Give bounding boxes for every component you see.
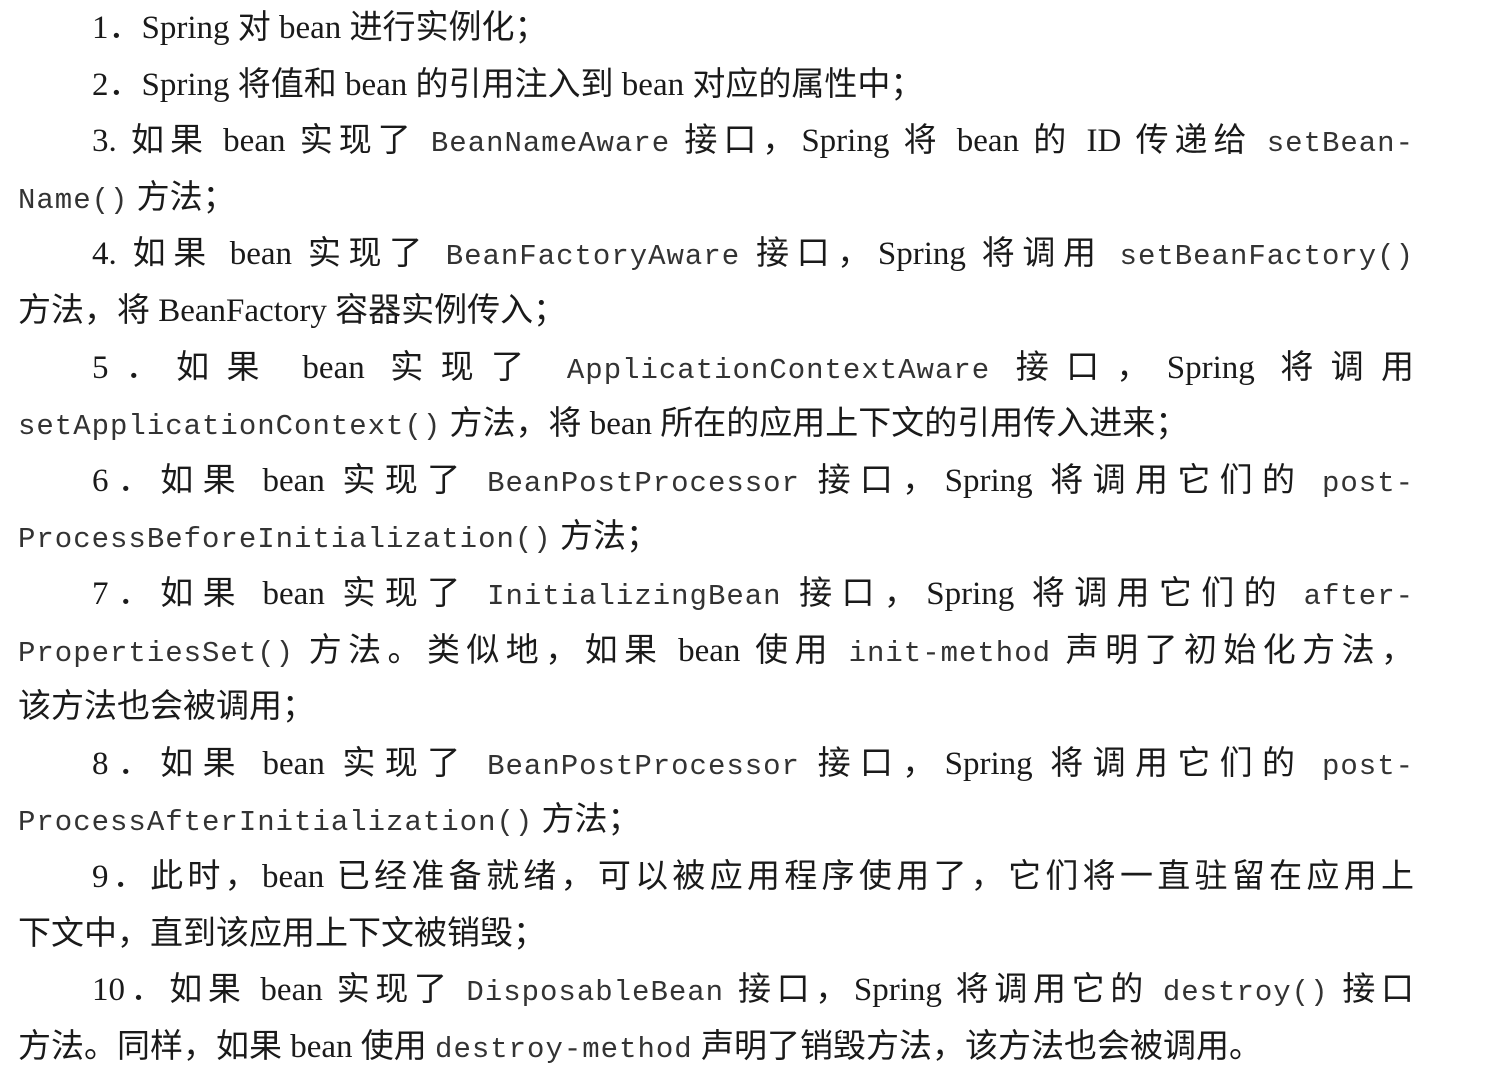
step-4-line-2: 方法，将 BeanFactory 容器实例传入；: [18, 283, 1414, 340]
code-identifier: PropertiesSet(): [18, 636, 295, 670]
text-segment: 方法，将 bean 所在的应用上下文的引用传入进来；: [441, 406, 1189, 443]
text-segment: 方法。类似地，如果 bean 使用: [294, 632, 849, 669]
step-7-line-3: 该方法也会被调用；: [18, 679, 1414, 736]
text-segment: 方法；: [551, 519, 659, 556]
text-segment: 4. 如果 bean 实现了: [92, 236, 446, 273]
lifecycle-step-9: 9．此时，bean 已经准备就绪，可以被应用程序使用了，它们将一直驻留在应用上下…: [18, 849, 1414, 962]
text-segment: 10．如果 bean 实现了: [92, 972, 467, 1009]
text-segment: 方法；: [128, 179, 236, 216]
text-segment: 9．此时，bean 已经准备就绪，可以被应用程序使用了，它们将一直驻留在应用上: [92, 858, 1414, 895]
text-segment: 声明了初始化方法，: [1051, 632, 1414, 669]
text-segment: 接口，Spring 将调用它的: [724, 972, 1163, 1009]
code-identifier: destroy-method: [435, 1032, 693, 1066]
code-identifier: BeanNameAware: [430, 127, 671, 161]
lifecycle-step-4: 4. 如果 bean 实现了 BeanFactoryAware 接口，Sprin…: [18, 226, 1414, 339]
lifecycle-step-8: 8．如果 bean 实现了 BeanPostProcessor 接口，Sprin…: [18, 736, 1414, 849]
step-5-line-2: setApplicationContext() 方法，将 bean 所在的应用上…: [18, 396, 1414, 453]
text-segment: 接口，Spring 将调用它们的: [799, 745, 1322, 782]
step-9-line-2: 下文中，直到该应用上下文被销毁；: [18, 906, 1414, 963]
code-identifier: ProcessBeforeInitialization(): [18, 523, 552, 557]
text-segment: 8．如果 bean 实现了: [92, 745, 488, 782]
step-2-line-1: 2．Spring 将值和 bean 的引用注入到 bean 对应的属性中；: [18, 57, 1414, 114]
text-segment: 接口: [1328, 972, 1414, 1009]
step-8-line-2: ProcessAfterInitialization() 方法；: [18, 792, 1414, 849]
code-identifier: DisposableBean: [466, 976, 725, 1010]
text-segment: 方法，将 BeanFactory 容器实例传入；: [18, 292, 567, 329]
text-segment: 声明了销毁方法，该方法也会被调用。: [692, 1028, 1262, 1065]
step-6-line-1: 6．如果 bean 实现了 BeanPostProcessor 接口，Sprin…: [18, 453, 1414, 510]
lifecycle-step-2: 2．Spring 将值和 bean 的引用注入到 bean 对应的属性中；: [18, 57, 1414, 114]
text-segment: 7．如果 bean 实现了: [92, 575, 488, 612]
step-7-line-2: PropertiesSet() 方法。类似地，如果 bean 使用 init-m…: [18, 623, 1414, 680]
step-10-line-1: 10．如果 bean 实现了 DisposableBean 接口，Spring …: [18, 962, 1414, 1019]
text-segment: 接口，Spring 将调用: [740, 236, 1120, 273]
text-segment: 该方法也会被调用；: [18, 689, 315, 726]
step-8-line-1: 8．如果 bean 实现了 BeanPostProcessor 接口，Sprin…: [18, 736, 1414, 793]
text-segment: 接口，Spring 将调用它们的: [799, 462, 1322, 499]
text-segment: 方法；: [533, 802, 641, 839]
step-9-line-1: 9．此时，bean 已经准备就绪，可以被应用程序使用了，它们将一直驻留在应用上: [18, 849, 1414, 906]
lifecycle-step-6: 6．如果 bean 实现了 BeanPostProcessor 接口，Sprin…: [18, 453, 1414, 566]
lifecycle-step-5: 5．如果 bean 实现了 ApplicationContextAware 接口…: [18, 340, 1414, 453]
text-segment: 3. 如果 bean 实现了: [92, 123, 431, 160]
code-identifier: InitializingBean: [487, 579, 782, 613]
code-identifier: Name(): [18, 183, 129, 217]
code-identifier: BeanPostProcessor: [487, 749, 800, 783]
code-identifier: setBeanFactory(): [1119, 240, 1414, 274]
code-identifier: setApplicationContext(): [18, 410, 442, 444]
code-identifier: ApplicationContextAware: [566, 353, 991, 387]
code-identifier: destroy(): [1162, 976, 1329, 1010]
step-3-line-2: Name() 方法；: [18, 170, 1414, 227]
step-1-line-1: 1．Spring 对 bean 进行实例化；: [18, 0, 1414, 57]
lifecycle-step-7: 7．如果 bean 实现了 InitializingBean 接口，Spring…: [18, 566, 1414, 736]
step-10-line-2: 方法。同样，如果 bean 使用 destroy-method 声明了销毁方法，…: [18, 1019, 1414, 1076]
text-segment: 下文中，直到该应用上下文被销毁；: [18, 915, 546, 952]
step-6-line-2: ProcessBeforeInitialization() 方法；: [18, 509, 1414, 566]
document-page: 1．Spring 对 bean 进行实例化； 2．Spring 将值和 bean …: [18, 0, 1414, 1075]
text-segment: 接口，Spring 将调用: [990, 349, 1414, 386]
text-segment: 6．如果 bean 实现了: [92, 462, 488, 499]
code-identifier: post-: [1322, 749, 1414, 783]
code-identifier: BeanPostProcessor: [487, 466, 800, 500]
step-3-line-1: 3. 如果 bean 实现了 BeanNameAware 接口，Spring 将…: [18, 113, 1414, 170]
text-segment: 方法。同样，如果 bean 使用: [18, 1028, 436, 1065]
text-segment: 1．Spring 对 bean 进行实例化；: [92, 10, 548, 46]
text-segment: 接口，Spring 将调用它们的: [781, 575, 1304, 612]
code-identifier: ProcessAfterInitialization(): [18, 806, 534, 840]
step-5-line-1: 5．如果 bean 实现了 ApplicationContextAware 接口…: [18, 340, 1414, 397]
step-4-line-1: 4. 如果 bean 实现了 BeanFactoryAware 接口，Sprin…: [18, 226, 1414, 283]
code-identifier: post-: [1322, 466, 1414, 500]
lifecycle-list: 1．Spring 对 bean 进行实例化； 2．Spring 将值和 bean …: [18, 0, 1414, 1075]
text-segment: 5．如果 bean 实现了: [92, 349, 567, 386]
lifecycle-step-1: 1．Spring 对 bean 进行实例化；: [18, 0, 1414, 57]
code-identifier: after-: [1303, 579, 1414, 613]
text-segment: 2．Spring 将值和 bean 的引用注入到 bean 对应的属性中；: [92, 66, 924, 103]
lifecycle-step-10: 10．如果 bean 实现了 DisposableBean 接口，Spring …: [18, 962, 1414, 1075]
code-identifier: BeanFactoryAware: [445, 240, 741, 274]
code-identifier: setBean-: [1266, 127, 1414, 161]
text-segment: 接口，Spring 将 bean 的 ID 传递给: [670, 123, 1267, 160]
step-7-line-1: 7．如果 bean 实现了 InitializingBean 接口，Spring…: [18, 566, 1414, 623]
lifecycle-step-3: 3. 如果 bean 实现了 BeanNameAware 接口，Spring 将…: [18, 113, 1414, 226]
code-identifier: init-method: [848, 636, 1052, 670]
